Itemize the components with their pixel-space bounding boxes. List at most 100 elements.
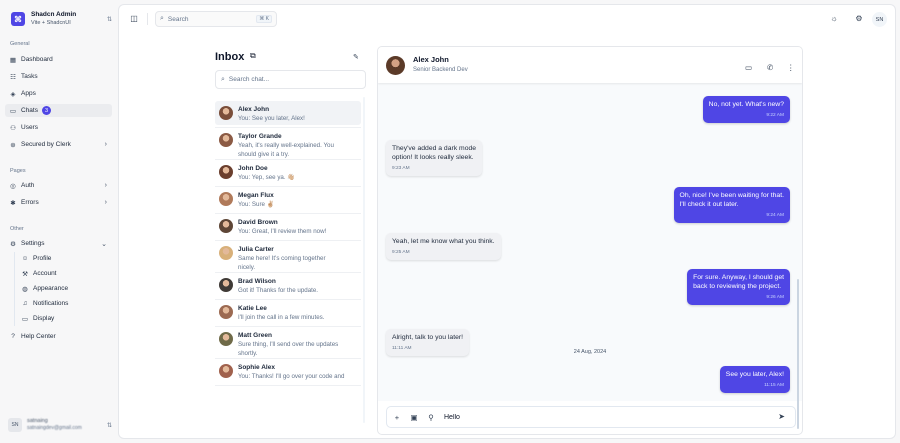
sidebar-item-account[interactable]: ⚒ Account: [17, 267, 111, 280]
chat-list-scrollbar[interactable]: [363, 97, 365, 423]
chat-name: Brad Wilson: [238, 278, 276, 285]
send-icon[interactable]: ➤: [778, 412, 785, 421]
paperclip-icon[interactable]: ⚲: [424, 413, 438, 422]
chat-list-item[interactable]: Alex John You: See you later, Alex!: [215, 101, 361, 125]
edit-icon: ✎: [353, 54, 359, 61]
avatar: [219, 332, 233, 346]
chevrons-up-down-icon: ⇅: [106, 422, 112, 429]
group-label-general: General: [10, 41, 30, 47]
outgoing-message: No, not yet. What's new? 9:22 AM: [702, 96, 790, 123]
chat-list-item[interactable]: Sophie Alex You: Thanks! I'll go over you…: [215, 359, 361, 383]
chat-name: Sophie Alex: [238, 364, 275, 371]
chat-text: Alex John You: See you later, Alex!: [238, 105, 305, 125]
sidebar-item-users[interactable]: ⚇ Users: [5, 121, 112, 134]
phone-icon[interactable]: ✆: [767, 63, 773, 72]
chat-text: Megan Flux You: Sure ✌🏼: [238, 191, 274, 211]
submenu-line: [14, 252, 15, 326]
sidebar-item-secured-by-clerk[interactable]: ⊛ Secured by Clerk ›: [5, 138, 112, 151]
sidebar-item-appearance[interactable]: ◍ Appearance: [17, 282, 111, 295]
user-shield-icon: ◎: [10, 182, 16, 190]
message-input[interactable]: [444, 413, 754, 421]
chat-preview: Yeah, it's really well-explained. You: [238, 142, 334, 149]
chat-list-item[interactable]: Matt Green Sure thing, I'll send over the…: [215, 327, 361, 357]
sidebar-toggle-button[interactable]: ◫: [128, 13, 140, 25]
chat-list-item[interactable]: John Doe You: Yep, see ya. 👋🏼: [215, 160, 361, 184]
chat-search-field[interactable]: ⌕: [215, 70, 366, 89]
sidebar: ⌘ Shadcn Admin Vite + ShadcnUI ⇅ General…: [0, 0, 118, 443]
sidebar-item-chats[interactable]: ▭ Chats 3: [5, 104, 112, 117]
team-subtitle: Vite + ShadcnUI: [31, 20, 71, 26]
theme-toggle-button[interactable]: ☼: [828, 13, 840, 25]
message-text: They've added a dark mode: [392, 145, 477, 152]
chat-list-item[interactable]: David Brown You: Great, I'll review them …: [215, 214, 361, 238]
search-icon: ⌕: [221, 75, 225, 83]
image-plus-icon[interactable]: ▣: [407, 413, 421, 422]
main-panel: ◫ ⌕ Search ⌘ K ☼ ⚙ SN Inbox ⧉ ✎ ⌕ Alex J…: [118, 4, 896, 439]
chat-text: Sophie Alex You: Thanks! I'll go over you…: [238, 363, 344, 383]
sidebar-item-dashboard[interactable]: ▦ Dashboard: [5, 53, 112, 66]
chat-search-input[interactable]: [228, 76, 349, 83]
sidebar-item-auth[interactable]: ◎ Auth ›: [5, 179, 112, 192]
sidebar-item-tasks[interactable]: ☷ Tasks: [5, 70, 112, 83]
chat-list-item[interactable]: Brad Wilson Got it! Thanks for the update…: [215, 273, 361, 297]
new-chat-button[interactable]: ✎: [353, 53, 359, 61]
layout-dashboard-icon: ▦: [9, 56, 17, 64]
plus-icon[interactable]: +: [390, 413, 404, 422]
user-menu[interactable]: SN satnaing satnaingdev@gmail.com ⇅: [8, 414, 112, 436]
sidebar-item-notifications[interactable]: ♫ Notifications: [17, 297, 111, 310]
sidebar-item-label: Notifications: [33, 300, 69, 307]
chat-list-item[interactable]: Taylor Grande Yeah, it's really well-expl…: [215, 128, 361, 158]
sidebar-item-help-center[interactable]: ? Help Center: [5, 330, 112, 343]
outgoing-message: See you later, Alex! 11:15 AM: [719, 366, 790, 393]
global-search-button[interactable]: ⌕ Search ⌘ K: [155, 11, 277, 27]
sidebar-item-apps[interactable]: ◈ Apps: [5, 87, 112, 100]
message-text: For sure. Anyway, I should get: [693, 274, 784, 281]
chat-list-item[interactable]: Julia Carter Same here! It's coming toget…: [215, 241, 361, 271]
conversation-panel: 24 Aug, 2024 No, not yet. What's new? 9:2…: [377, 46, 803, 435]
chat-preview: shortly.: [238, 350, 258, 357]
avatar[interactable]: SN: [872, 12, 887, 27]
more-vertical-icon[interactable]: ⋮: [787, 63, 795, 72]
chat-preview: I'll join the call in a few minutes.: [238, 314, 325, 321]
incoming-message: Yeah, let me know what you think. 9:25 AM: [386, 233, 501, 260]
sidebar-item-label: Dashboard: [21, 56, 53, 63]
video-call-icon[interactable]: ▭: [745, 63, 752, 72]
chat-list-item[interactable]: Katie Lee I'll join the call in a few min…: [215, 300, 361, 324]
sidebar-item-display[interactable]: ▭ Display: [17, 312, 111, 325]
chat-preview: You: See you later, Alex!: [238, 115, 305, 122]
chevron-right-icon: ›: [104, 141, 107, 148]
inbox-title: Inbox: [215, 51, 245, 63]
settings-button[interactable]: ⚙: [853, 13, 865, 25]
lock-icon: ⊛: [10, 141, 16, 149]
help-circle-icon: ?: [11, 333, 15, 340]
chat-preview: nicely.: [238, 264, 256, 271]
sidebar-item-label: Tasks: [21, 73, 38, 80]
sidebar-item-label: Display: [33, 315, 55, 322]
sidebar-item-settings[interactable]: ⚙ Settings ⌄: [5, 237, 112, 250]
divider: [215, 385, 361, 386]
message-text: option! It looks really sleek.: [392, 154, 474, 161]
team-switcher[interactable]: ⌘ Shadcn Admin Vite + ShadcnUI ⇅: [8, 9, 112, 29]
message-time: 9:25 AM: [392, 250, 410, 255]
sidebar-item-label: Account: [33, 270, 57, 277]
message-time: 11:11 AM: [392, 346, 412, 351]
sidebar-item-label: Chats: [21, 107, 38, 114]
chat-name: Taylor Grande: [238, 133, 282, 140]
avatar: [219, 246, 233, 260]
outgoing-message: For sure. Anyway, I should get back to re…: [687, 269, 790, 305]
chat-preview: You: Sure ✌🏼: [238, 201, 275, 208]
chat-name: Julia Carter: [238, 246, 274, 253]
chat-text: Matt Green Sure thing, I'll send over the…: [238, 331, 338, 357]
monitor-icon: ▭: [21, 315, 29, 323]
sidebar-item-profile[interactable]: ☺ Profile: [17, 252, 111, 265]
message-scrollbar[interactable]: [797, 279, 799, 429]
chevron-right-icon: ›: [104, 199, 107, 206]
avatar: [219, 106, 233, 120]
outgoing-message: Oh, nice! I've been waiting for that. I'l…: [673, 187, 790, 223]
chat-list-item[interactable]: Megan Flux You: Sure ✌🏼: [215, 187, 361, 211]
avatar: [219, 165, 233, 179]
top-bar: ◫ ⌕ Search ⌘ K ☼ ⚙ SN: [119, 5, 895, 35]
sidebar-item-errors[interactable]: ✱ Errors ›: [5, 196, 112, 209]
sun-icon: ☼: [830, 14, 838, 23]
chat-text: David Brown You: Great, I'll review them …: [238, 218, 326, 238]
